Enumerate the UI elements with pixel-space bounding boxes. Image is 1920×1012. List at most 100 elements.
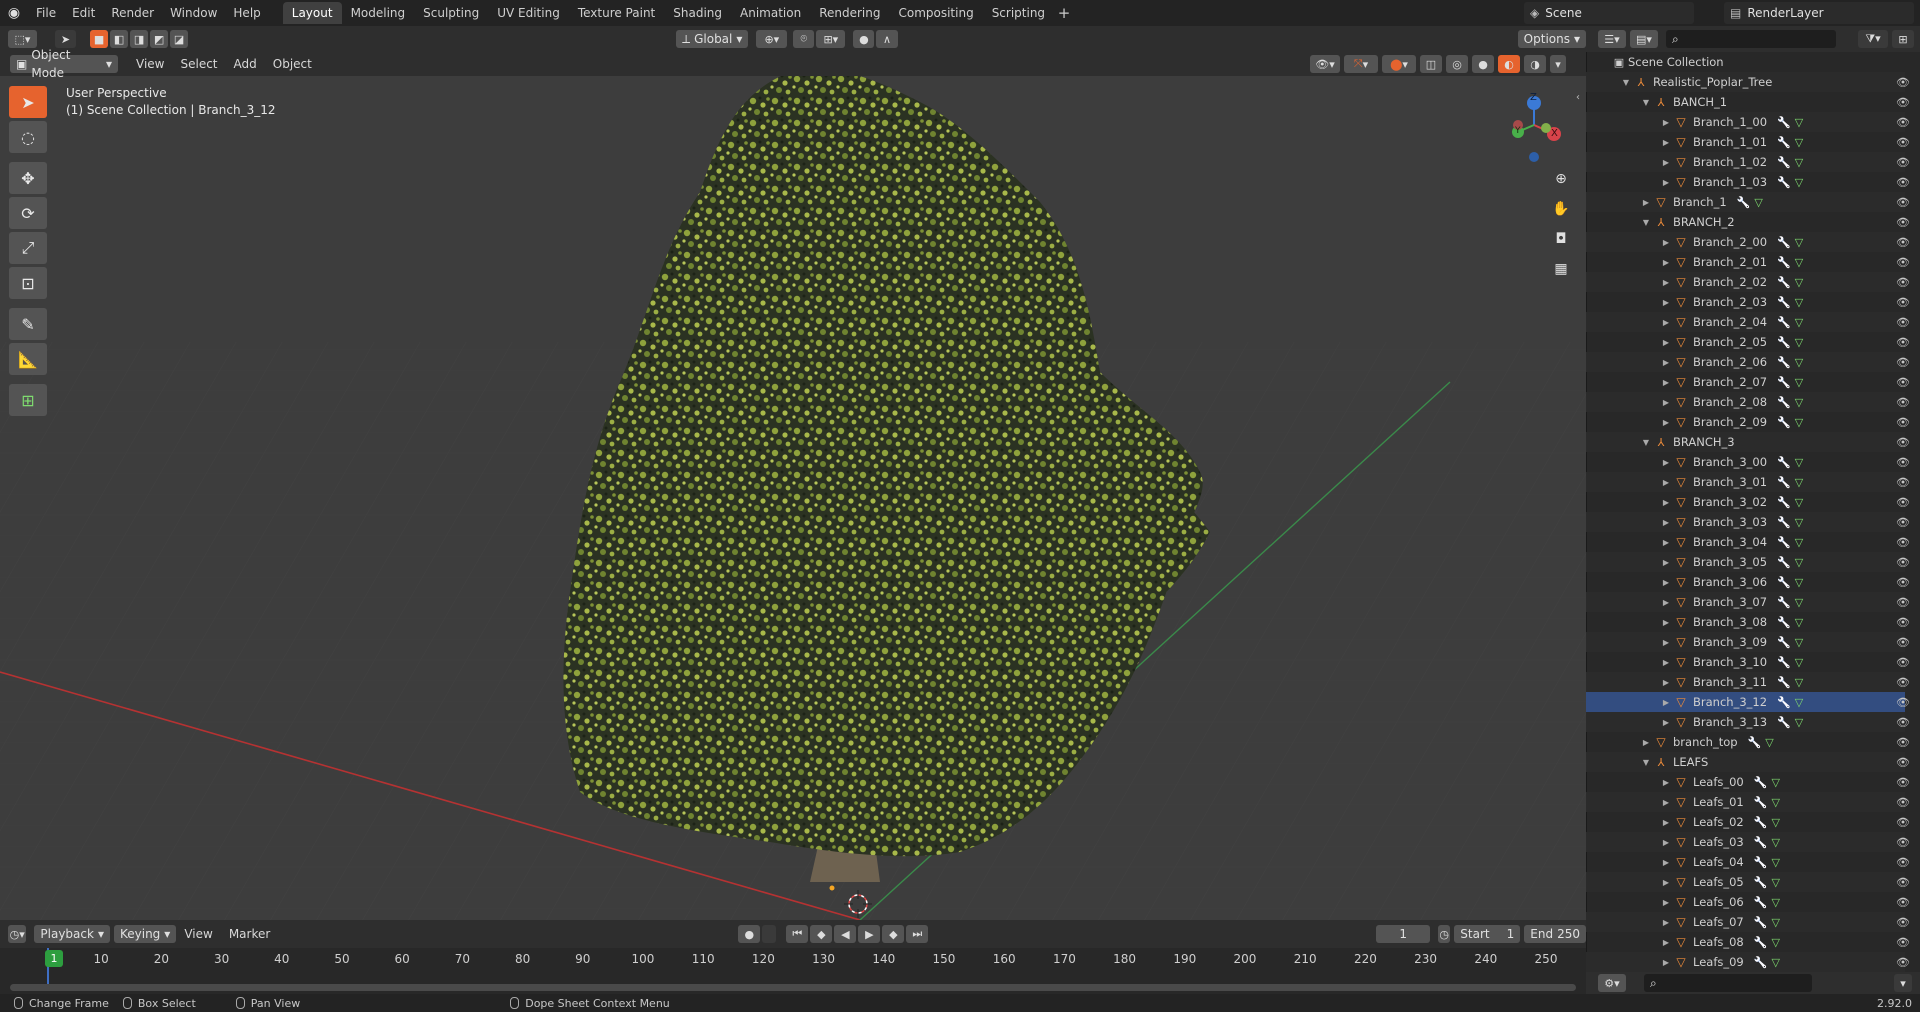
- modifier-wrench-icon[interactable]: 🔧: [1754, 936, 1768, 949]
- viewport-menu-add[interactable]: Add: [226, 57, 265, 71]
- outliner-item-branch_2_02[interactable]: ▶ ▽ Branch_2_02 🔧 ▽ 👁: [1586, 272, 1910, 292]
- mesh-data-icon[interactable]: ▽: [1795, 116, 1803, 129]
- play-reverse-icon[interactable]: ◀: [834, 925, 857, 943]
- modifier-wrench-icon[interactable]: 🔧: [1777, 556, 1791, 569]
- outliner-item-branch_3_08[interactable]: ▶ ▽ Branch_3_08 🔧 ▽ 👁: [1586, 612, 1910, 632]
- outliner-item-leafs_05[interactable]: ▶ ▽ Leafs_05 🔧 ▽ 👁: [1586, 872, 1910, 892]
- outliner-item-branch_3_00[interactable]: ▶ ▽ Branch_3_00 🔧 ▽ 👁: [1586, 452, 1910, 472]
- rendered-shading-icon[interactable]: ◑: [1524, 55, 1546, 73]
- menu-window[interactable]: Window: [162, 0, 225, 26]
- expand-arrow-right-icon[interactable]: ▶: [1660, 558, 1672, 567]
- modifier-wrench-icon[interactable]: 🔧: [1777, 396, 1791, 409]
- expand-arrow-right-icon[interactable]: ▶: [1660, 418, 1672, 427]
- move-tool-icon[interactable]: ✥: [9, 162, 47, 194]
- 3d-viewport[interactable]: Z X Y User Perspective (1) Scene Collect…: [0, 52, 1586, 920]
- mesh-data-icon[interactable]: ▽: [1795, 636, 1803, 649]
- mesh-data-icon[interactable]: ▽: [1795, 656, 1803, 669]
- mesh-data-icon[interactable]: ▽: [1771, 776, 1779, 789]
- timeline-area[interactable]: 10 20 30 40 50 60 70 80 90 100 110 120 130 140 150 160 1…: [0, 948, 1586, 994]
- expand-arrow-right-icon[interactable]: ▶: [1660, 258, 1672, 267]
- modifier-wrench-icon[interactable]: 🔧: [1754, 856, 1768, 869]
- mesh-data-icon[interactable]: ▽: [1795, 536, 1803, 549]
- modifier-wrench-icon[interactable]: 🔧: [1777, 476, 1791, 489]
- wireframe-shading-icon[interactable]: ◎: [1446, 55, 1468, 73]
- outliner-item-banch_1[interactable]: ▼ ⅄ BANCH_1 👁: [1586, 92, 1910, 112]
- modifier-wrench-icon[interactable]: 🔧: [1754, 796, 1768, 809]
- expand-arrow-right-icon[interactable]: ▶: [1660, 478, 1672, 487]
- modifier-wrench-icon[interactable]: 🔧: [1737, 196, 1751, 209]
- expand-arrow-right-icon[interactable]: ▶: [1660, 938, 1672, 947]
- object-mode-dropdown[interactable]: ▣ Object Mode ▾: [10, 48, 118, 80]
- zoom-icon[interactable]: ⊕: [1548, 166, 1574, 192]
- modifier-wrench-icon[interactable]: 🔧: [1754, 776, 1768, 789]
- modifier-wrench-icon[interactable]: 🔧: [1777, 116, 1791, 129]
- outliner-item-branch_2_06[interactable]: ▶ ▽ Branch_2_06 🔧 ▽ 👁: [1586, 352, 1910, 372]
- expand-arrow-right-icon[interactable]: ▶: [1660, 338, 1672, 347]
- outliner-item-branch_3_04[interactable]: ▶ ▽ Branch_3_04 🔧 ▽ 👁: [1586, 532, 1910, 552]
- modifier-wrench-icon[interactable]: 🔧: [1754, 876, 1768, 889]
- select-extend-icon[interactable]: ◧: [110, 30, 129, 48]
- expand-arrow-right-icon[interactable]: ▶: [1660, 358, 1672, 367]
- menu-help[interactable]: Help: [225, 0, 268, 26]
- mesh-data-icon[interactable]: ▽: [1795, 176, 1803, 189]
- menu-render[interactable]: Render: [103, 0, 162, 26]
- outliner-item-leafs_00[interactable]: ▶ ▽ Leafs_00 🔧 ▽ 👁: [1586, 772, 1910, 792]
- modifier-wrench-icon[interactable]: 🔧: [1754, 916, 1768, 929]
- expand-arrow-right-icon[interactable]: ▶: [1660, 618, 1672, 627]
- mesh-data-icon[interactable]: ▽: [1795, 676, 1803, 689]
- xray-toggle-icon[interactable]: ◫: [1420, 55, 1442, 73]
- mesh-data-icon[interactable]: ▽: [1771, 816, 1779, 829]
- viewport-menu-object[interactable]: Object: [265, 57, 320, 71]
- tab-animation[interactable]: Animation: [731, 2, 810, 24]
- playback-dropdown[interactable]: Playback ▾: [34, 925, 110, 943]
- object-visibility-icon[interactable]: 👁▾: [1310, 55, 1340, 73]
- outliner-item-branch_3_07[interactable]: ▶ ▽ Branch_3_07 🔧 ▽ 👁: [1586, 592, 1910, 612]
- add-cube-tool-icon[interactable]: ⊞: [9, 384, 47, 416]
- mesh-data-icon[interactable]: ▽: [1771, 856, 1779, 869]
- expand-arrow-right-icon[interactable]: ▶: [1660, 498, 1672, 507]
- outliner-item-branch_2_01[interactable]: ▶ ▽ Branch_2_01 🔧 ▽ 👁: [1586, 252, 1910, 272]
- modifier-wrench-icon[interactable]: 🔧: [1754, 956, 1768, 969]
- new-collection-icon[interactable]: ⊞: [1892, 30, 1914, 48]
- mesh-data-icon[interactable]: ▽: [1795, 256, 1803, 269]
- outliner-item-leafs_08[interactable]: ▶ ▽ Leafs_08 🔧 ▽ 👁: [1586, 932, 1910, 952]
- snap-toggle-icon[interactable]: ⌾: [793, 30, 815, 48]
- transform-orientation-dropdown[interactable]: ⟂ Global ▾: [676, 30, 749, 48]
- shading-options-icon[interactable]: ▾: [1550, 55, 1566, 73]
- expand-arrow-right-icon[interactable]: ▶: [1660, 858, 1672, 867]
- modifier-wrench-icon[interactable]: 🔧: [1777, 416, 1791, 429]
- outliner-item-branch_3_03[interactable]: ▶ ▽ Branch_3_03 🔧 ▽ 👁: [1586, 512, 1910, 532]
- outliner-item-branch_2_09[interactable]: ▶ ▽ Branch_2_09 🔧 ▽ 👁: [1586, 412, 1910, 432]
- filter-icon[interactable]: ⧩▾: [1858, 30, 1888, 48]
- modifier-wrench-icon[interactable]: 🔧: [1777, 716, 1791, 729]
- expand-arrow-right-icon[interactable]: ▶: [1660, 518, 1672, 527]
- viewport-menu-view[interactable]: View: [128, 57, 172, 71]
- expand-arrow-down-icon[interactable]: ▼: [1640, 438, 1652, 447]
- expand-arrow-right-icon[interactable]: ▶: [1660, 718, 1672, 727]
- outliner-item-leafs_09[interactable]: ▶ ▽ Leafs_09 🔧 ▽ 👁: [1586, 952, 1910, 972]
- sidebar-toggle-icon[interactable]: ‹: [1576, 92, 1580, 103]
- mesh-data-icon[interactable]: ▽: [1795, 316, 1803, 329]
- viewport-menu-select[interactable]: Select: [172, 57, 225, 71]
- outliner-item-branch_3_12[interactable]: ▶ ▽ Branch_3_12 🔧 ▽ 👁: [1586, 692, 1910, 712]
- options-dropdown[interactable]: Options ▾: [1517, 30, 1587, 48]
- modifier-wrench-icon[interactable]: 🔧: [1748, 736, 1762, 749]
- modifier-wrench-icon[interactable]: 🔧: [1754, 836, 1768, 849]
- mesh-data-icon[interactable]: ▽: [1795, 376, 1803, 389]
- mesh-data-icon[interactable]: ▽: [1795, 696, 1803, 709]
- modifier-wrench-icon[interactable]: 🔧: [1777, 696, 1791, 709]
- expand-arrow-right-icon[interactable]: ▶: [1640, 198, 1652, 207]
- expand-arrow-right-icon[interactable]: ▶: [1640, 738, 1652, 747]
- tab-uv-editing[interactable]: UV Editing: [488, 2, 569, 24]
- expand-arrow-right-icon[interactable]: ▶: [1660, 598, 1672, 607]
- modifier-wrench-icon[interactable]: 🔧: [1777, 176, 1791, 189]
- tab-sculpting[interactable]: Sculpting: [414, 2, 488, 24]
- expand-arrow-down-icon[interactable]: ▼: [1640, 218, 1652, 227]
- outliner-item-branch_3_06[interactable]: ▶ ▽ Branch_3_06 🔧 ▽ 👁: [1586, 572, 1910, 592]
- modifier-wrench-icon[interactable]: 🔧: [1777, 316, 1791, 329]
- expand-arrow-right-icon[interactable]: ▶: [1660, 578, 1672, 587]
- mesh-data-icon[interactable]: ▽: [1771, 796, 1779, 809]
- select-subtract-icon[interactable]: ◨: [130, 30, 149, 48]
- modifier-wrench-icon[interactable]: 🔧: [1777, 676, 1791, 689]
- outliner-editor-type-icon[interactable]: ☰▾: [1598, 30, 1626, 48]
